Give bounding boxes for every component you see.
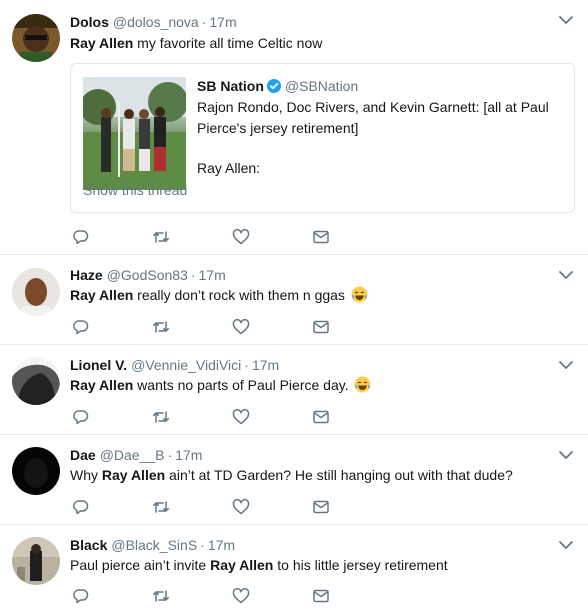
tweet[interactable]: Haze @GodSon83 · 17m Ray Allen really don’t… (0, 255, 588, 345)
display-name[interactable]: Haze (70, 267, 103, 283)
mention[interactable]: Ray Allen (210, 557, 273, 573)
tweet-actions (72, 228, 342, 248)
laughing-emoji-icon (354, 376, 371, 393)
user-handle[interactable]: @Black_SinS (111, 537, 197, 553)
laughing-emoji-icon (351, 286, 368, 303)
tweet-text-body: ain’t at TD Garden? He still hanging out… (165, 467, 513, 483)
tweet[interactable]: Dolos @dolos_nova · 17m Ray Allen my favori… (0, 0, 588, 255)
retweet-icon[interactable] (152, 228, 170, 246)
tweet-text-body: to his little jersey retirement (273, 557, 448, 573)
timestamp[interactable]: 17m (175, 447, 202, 463)
separator: · (244, 357, 249, 373)
timestamp[interactable]: 17m (209, 14, 236, 30)
quoted-tweet-text-2: Ray Allen: (197, 160, 261, 176)
reply-icon[interactable] (72, 318, 90, 336)
dm-icon[interactable] (312, 408, 330, 426)
mention[interactable]: Ray Allen (70, 287, 133, 303)
separator: · (201, 14, 207, 30)
retweet-icon[interactable] (152, 498, 170, 516)
dm-icon[interactable] (312, 228, 330, 246)
tweet-text-prefix: Paul pierce ain’t invite (70, 557, 211, 573)
user-handle[interactable]: @GodSon83 (107, 267, 188, 283)
user-handle[interactable]: @Vennie_VidiVici (131, 357, 241, 373)
mention[interactable]: Ray Allen (70, 377, 133, 393)
chevron-down-icon[interactable] (558, 537, 574, 553)
tweet-text: Paul pierce ain’t invite Ray Allen to hi… (70, 556, 448, 574)
chevron-down-icon[interactable] (558, 357, 574, 373)
tweet-actions (72, 318, 342, 338)
quoted-user-handle[interactable]: @SBNation (285, 78, 358, 94)
retweet-icon[interactable] (152, 408, 170, 426)
tweet-text-body: really don’t rock with them n ggas (133, 287, 345, 303)
retweet-icon[interactable] (152, 587, 170, 605)
display-name[interactable]: Black (70, 537, 107, 553)
chevron-down-icon[interactable] (558, 267, 574, 283)
dm-icon[interactable] (312, 587, 330, 605)
tweet-actions (72, 587, 342, 607)
reply-icon[interactable] (72, 498, 90, 516)
avatar[interactable] (12, 268, 60, 316)
chevron-down-icon[interactable] (558, 12, 574, 28)
tweet-text: Ray Allen really don’t rock with them n … (70, 286, 368, 304)
quoted-tweet-card[interactable]: SB Nation @SBNation Rajon Rondo, Doc Rive… (70, 63, 575, 213)
avatar[interactable] (12, 537, 60, 585)
dm-icon[interactable] (312, 498, 330, 516)
retweet-icon[interactable] (152, 318, 170, 336)
reply-icon[interactable] (72, 587, 90, 605)
quoted-tweet-photo[interactable] (83, 77, 186, 190)
verified-badge-icon (266, 78, 281, 93)
avatar[interactable] (12, 447, 60, 495)
tweet-actions (72, 408, 342, 428)
reply-icon[interactable] (72, 228, 90, 246)
separator: · (167, 447, 173, 463)
tweet-text: Ray Allen wants no parts of Paul Pierce … (70, 376, 371, 394)
timestamp[interactable]: 17m (208, 537, 235, 553)
tweet[interactable]: Lionel V. @Vennie_VidiVici · 17m Ray Allen … (0, 345, 588, 435)
reply-icon[interactable] (72, 408, 90, 426)
user-handle[interactable]: @dolos_nova (113, 14, 199, 30)
avatar[interactable] (12, 14, 60, 62)
chevron-down-icon[interactable] (558, 447, 574, 463)
quoted-display-name[interactable]: SB Nation (197, 78, 264, 94)
mention[interactable]: Ray Allen (70, 35, 133, 51)
display-name[interactable]: Lionel V. (70, 357, 127, 373)
tweet-text-body: wants no parts of Paul Pierce day. (133, 377, 349, 393)
tweet[interactable]: Dae @Dae__B · 17m Why Ray Allen ain’t at TD… (0, 435, 588, 525)
timestamp[interactable]: 17m (199, 267, 226, 283)
like-icon[interactable] (232, 587, 250, 605)
separator: · (190, 267, 196, 283)
tweet-text: Ray Allen my favorite all time Celtic no… (70, 34, 322, 52)
like-icon[interactable] (232, 228, 250, 246)
like-icon[interactable] (232, 408, 250, 426)
quoted-tweet-text: Rajon Rondo, Doc Rivers, and Kevin Garne… (197, 99, 549, 136)
dm-icon[interactable] (312, 318, 330, 336)
avatar[interactable] (12, 357, 60, 405)
like-icon[interactable] (232, 318, 250, 336)
timestamp[interactable]: 17m (252, 357, 279, 373)
mention[interactable]: Ray Allen (102, 467, 165, 483)
show-thread-link[interactable]: Show this thread (83, 182, 187, 198)
tweet-actions (72, 498, 342, 518)
display-name[interactable]: Dae (70, 447, 96, 463)
tweet-text: Why Ray Allen ain’t at TD Garden? He sti… (70, 466, 513, 484)
display-name[interactable]: Dolos (70, 14, 109, 30)
like-icon[interactable] (232, 498, 250, 516)
tweet[interactable]: Black @Black_SinS · 17m Paul pierce ain’t i… (0, 525, 588, 606)
user-handle[interactable]: @Dae__B (100, 447, 165, 463)
tweet-text-body: my favorite all time Celtic now (133, 35, 323, 51)
tweet-text-prefix: Why (70, 467, 102, 483)
separator: · (200, 537, 205, 553)
